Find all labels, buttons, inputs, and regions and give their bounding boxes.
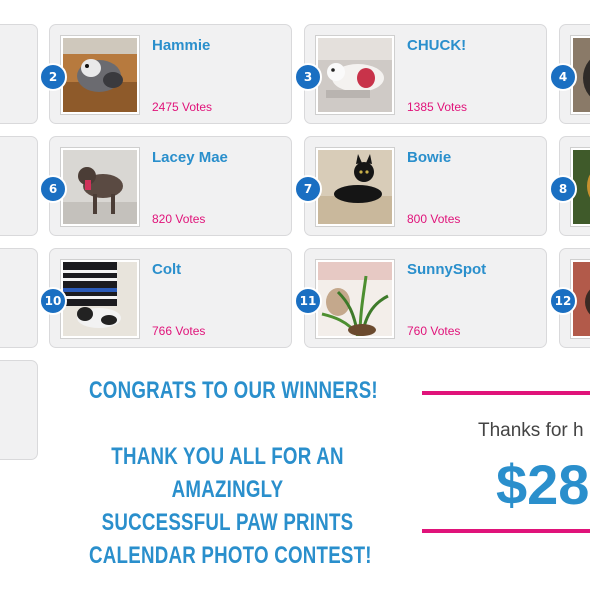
entry-card[interactable]: Bowie 800 Votes 7 (294, 136, 547, 236)
amount-raised: $28 (496, 453, 590, 516)
pet-photo[interactable] (316, 36, 394, 114)
entry-card-partial[interactable] (0, 248, 38, 348)
thanks-text: Thanks for h (478, 420, 584, 441)
thank-you-line: THANK YOU ALL FOR AN (111, 443, 344, 470)
rank-badge: 12 (549, 287, 577, 315)
pink-divider-top (422, 391, 590, 395)
thank-you-line: AMAZINGLY (171, 476, 284, 503)
rank-badge: 4 (549, 63, 577, 91)
vote-count: 800 Votes (407, 212, 461, 226)
entry-card[interactable]: 4 (549, 24, 590, 124)
pet-name[interactable]: Lacey Mae (152, 149, 228, 166)
pet-name[interactable]: Hammie (152, 37, 210, 54)
rank-badge: 3 (294, 63, 322, 91)
vote-count: 760 Votes (407, 324, 461, 338)
entry-card[interactable]: Colt 766 Votes 10 (39, 248, 292, 348)
rank-badge: 7 (294, 175, 322, 203)
entry-card[interactable]: Lacey Mae 820 Votes 6 (39, 136, 292, 236)
rank-badge: 8 (549, 175, 577, 203)
congrats-heading: CONGRATS TO OUR WINNERS! (89, 377, 378, 404)
vote-count: 820 Votes (152, 212, 206, 226)
thank-you-line: CALENDAR PHOTO CONTEST! (89, 542, 372, 569)
congrats-message: CONGRATS TO OUR WINNERS! THANK YOU ALL F… (89, 374, 378, 572)
vote-count: 2475 Votes (152, 100, 213, 114)
vote-count: 766 Votes (152, 324, 206, 338)
pet-photo[interactable] (316, 148, 394, 226)
pink-divider-bottom (422, 529, 590, 533)
entry-card[interactable]: Hammie 2475 Votes 2 (39, 24, 292, 124)
pet-name[interactable]: CHUCK! (407, 37, 466, 54)
rank-badge: 10 (39, 287, 67, 315)
pet-photo[interactable] (61, 148, 139, 226)
pet-name[interactable]: Bowie (407, 149, 451, 166)
pet-photo[interactable] (61, 260, 139, 338)
entry-card[interactable]: 8 (549, 136, 590, 236)
vote-count: 1385 Votes (407, 100, 468, 114)
contest-results-page: Hammie 2475 Votes 2 CHUCK! 1385 Votes 3 (0, 0, 590, 590)
thank-you-line: SUCCESSFUL PAW PRINTS (101, 509, 354, 536)
pet-name[interactable]: Colt (152, 261, 181, 278)
entry-card-partial[interactable] (0, 24, 38, 124)
rank-badge: 2 (39, 63, 67, 91)
entry-card-partial[interactable] (0, 360, 38, 460)
entry-card[interactable]: SunnySpot 760 Votes 11 (294, 248, 547, 348)
entry-card[interactable]: CHUCK! 1385 Votes 3 (294, 24, 547, 124)
pet-photo[interactable] (316, 260, 394, 338)
pet-photo[interactable] (61, 36, 139, 114)
pet-name[interactable]: SunnySpot (407, 261, 486, 278)
rank-badge: 6 (39, 175, 67, 203)
entry-card[interactable]: 12 (549, 248, 590, 348)
rank-badge: 11 (294, 287, 322, 315)
entry-card-partial[interactable] (0, 136, 38, 236)
